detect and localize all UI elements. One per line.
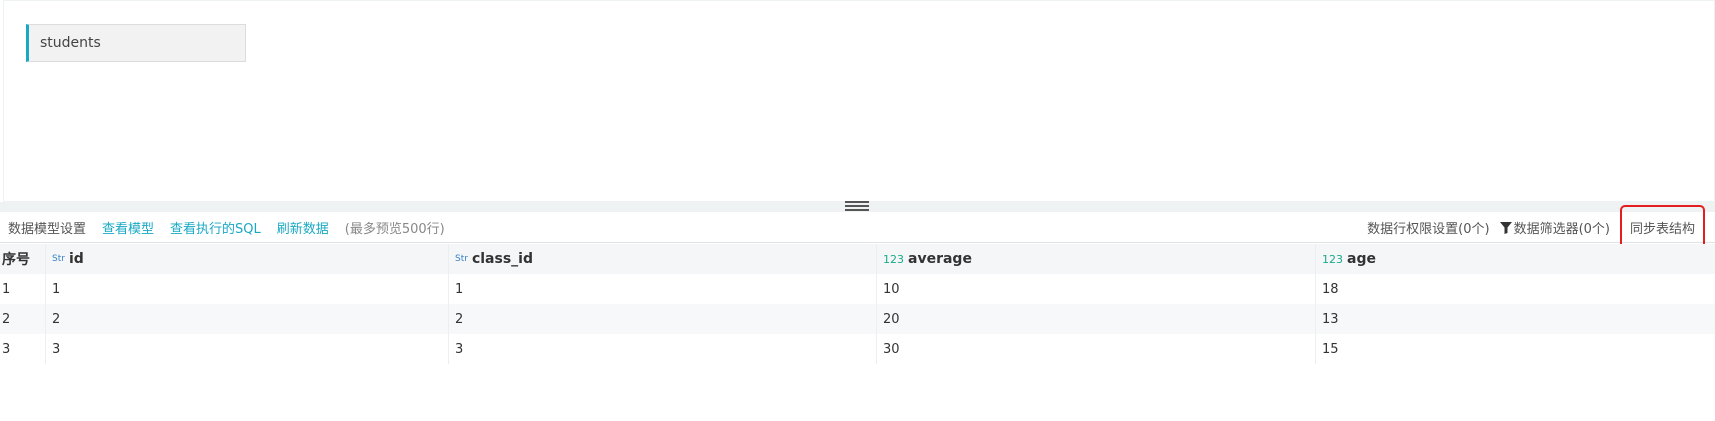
- table-cell: 15: [1322, 341, 1339, 357]
- column-header-average[interactable]: 123 average: [877, 244, 1316, 274]
- model-canvas: students: [3, 0, 1715, 202]
- table-cell: 20: [877, 304, 1316, 334]
- table-cell: 13: [1322, 311, 1339, 327]
- table-row: 2 2 2 20 13: [0, 304, 1715, 334]
- sync-structure-label: 同步表结构: [1629, 222, 1695, 237]
- data-toolbar: 数据模型设置 查看模型 查看执行的SQL 刷新数据 (最多预览500行) 数据行…: [0, 204, 1715, 251]
- filter-icon: [1499, 221, 1512, 234]
- column-header-age[interactable]: 123 age: [1316, 244, 1715, 274]
- refresh-data-link[interactable]: 刷新数据: [277, 218, 329, 237]
- table-cell: 1: [46, 274, 449, 304]
- string-type-icon: Str: [455, 254, 468, 264]
- table-cell: 2: [46, 304, 449, 334]
- model-settings-label: 数据模型设置: [8, 222, 87, 237]
- table-row: 1 1 1 10 18: [0, 274, 1715, 304]
- data-preview-table: 序号 Str id Str class_id 123 average 123 a…: [0, 244, 1715, 364]
- view-sql-link[interactable]: 查看执行的SQL: [170, 218, 261, 237]
- table-node-label: students: [40, 35, 101, 51]
- column-header-label: average: [908, 251, 972, 267]
- drag-handle-icon[interactable]: [845, 200, 869, 212]
- table-cell: 3: [449, 334, 877, 364]
- number-type-icon: 123: [1322, 252, 1343, 266]
- view-model-link[interactable]: 查看模型: [102, 218, 154, 237]
- column-header-label: class_id: [471, 251, 533, 267]
- table-cell: 2: [449, 304, 877, 334]
- table-cell: 1: [449, 274, 877, 304]
- column-header-label: id: [68, 251, 84, 267]
- table-cell: 3: [46, 334, 449, 364]
- table-cell: 30: [877, 334, 1316, 364]
- table-cell: 18: [1322, 281, 1339, 297]
- column-header-class-id[interactable]: Str class_id: [449, 244, 877, 274]
- table-node-students[interactable]: students: [26, 24, 246, 62]
- column-header-label: age: [1347, 251, 1376, 267]
- row-seq-cell: 3: [0, 334, 46, 364]
- string-type-icon: Str: [52, 254, 65, 264]
- data-filter-button[interactable]: 数据筛选器(0个): [1499, 218, 1610, 237]
- seq-header: 序号: [0, 244, 46, 274]
- row-permission-button[interactable]: 数据行权限设置(0个): [1367, 218, 1489, 237]
- data-filter-label: 数据筛选器(0个): [1513, 222, 1610, 237]
- preview-limit-hint: (最多预览500行): [344, 222, 445, 237]
- row-seq-cell: 1: [0, 274, 46, 304]
- number-type-icon: 123: [883, 252, 904, 266]
- table-row: 3 3 3 30 15: [0, 334, 1715, 364]
- column-header-id[interactable]: Str id: [46, 244, 449, 274]
- row-seq-cell: 2: [0, 304, 46, 334]
- table-cell: 10: [877, 274, 1316, 304]
- table-header-row: 序号 Str id Str class_id 123 average 123 a…: [0, 244, 1715, 274]
